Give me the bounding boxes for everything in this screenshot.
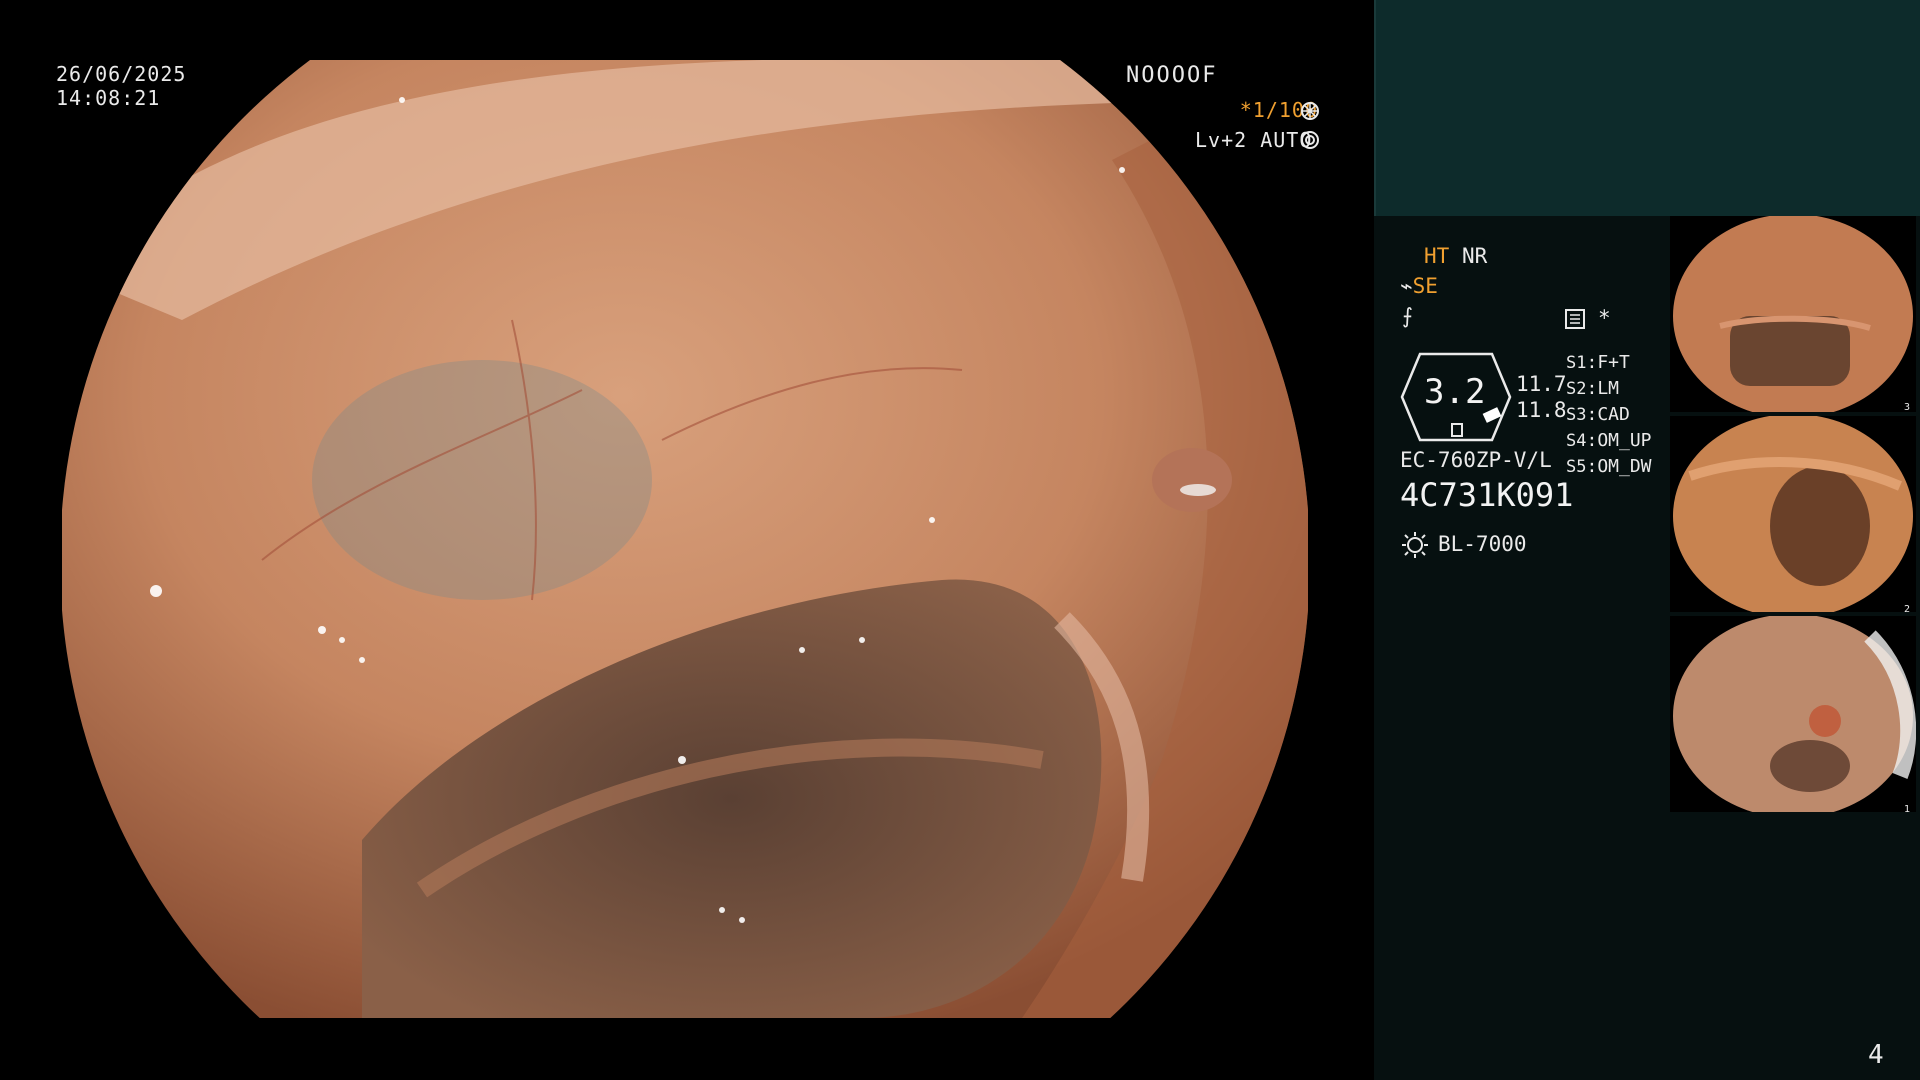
se-row: ⌁SE: [1400, 274, 1438, 298]
ht-nr-row: HT NR: [1424, 244, 1487, 268]
depth-top: 11.7: [1516, 372, 1567, 396]
date-text: 26/06/2025: [56, 62, 187, 86]
page-number: 4: [1868, 1040, 1884, 1070]
auto-iris-icon: [1300, 130, 1320, 154]
freeze-icon: ⨍: [1402, 304, 1413, 328]
endoscopic-image: [62, 60, 1308, 1018]
asterisk-mark: *: [1598, 306, 1611, 330]
serial-number: 4C731K091: [1400, 476, 1574, 514]
light-bulb-icon: [1400, 530, 1430, 564]
s-setting-row: S1:F+T: [1566, 352, 1630, 373]
depth-bottom: 11.8: [1516, 398, 1567, 422]
s-setting-row: S2:LM: [1566, 378, 1620, 399]
memory-card-icon: [1564, 308, 1586, 334]
shutter-aperture-icon: [1300, 101, 1320, 125]
datetime-block: 26/06/2025 14:08:21: [56, 62, 186, 110]
se-lightning-icon: ⌁: [1400, 274, 1413, 298]
thumbnail-3[interactable]: [1670, 616, 1916, 812]
panel-top-band: [1374, 0, 1920, 216]
s-settings-list: S1:F+T S2:LM S3:CAD S4:OM_UP S5:OM_DW: [1566, 350, 1652, 480]
thumbnail-1-index: 3: [1904, 402, 1911, 413]
scope-model: EC-760ZP-V/L: [1400, 448, 1552, 472]
light-source: BL-7000: [1438, 532, 1527, 556]
s-setting-row: S4:OM_UP: [1566, 430, 1652, 451]
s-setting-row: S5:OM_DW: [1566, 456, 1652, 477]
s-setting-row: S3:CAD: [1566, 404, 1630, 425]
thumbnail-2[interactable]: [1670, 416, 1916, 612]
thumbnail-1[interactable]: [1670, 216, 1916, 412]
time-text: 14:08:21: [56, 86, 161, 110]
thumbnail-2-index: 2: [1904, 604, 1911, 615]
ht-label: HT: [1424, 244, 1450, 268]
nr-label: NR: [1461, 244, 1488, 268]
id-code: NOOOOF: [1126, 63, 1218, 88]
gauge-value: 3.2: [1424, 372, 1486, 412]
se-label: SE: [1412, 274, 1438, 298]
level-mode: Lv+2 AUTO: [1195, 128, 1313, 152]
thumbnail-3-index: 1: [1904, 804, 1911, 815]
